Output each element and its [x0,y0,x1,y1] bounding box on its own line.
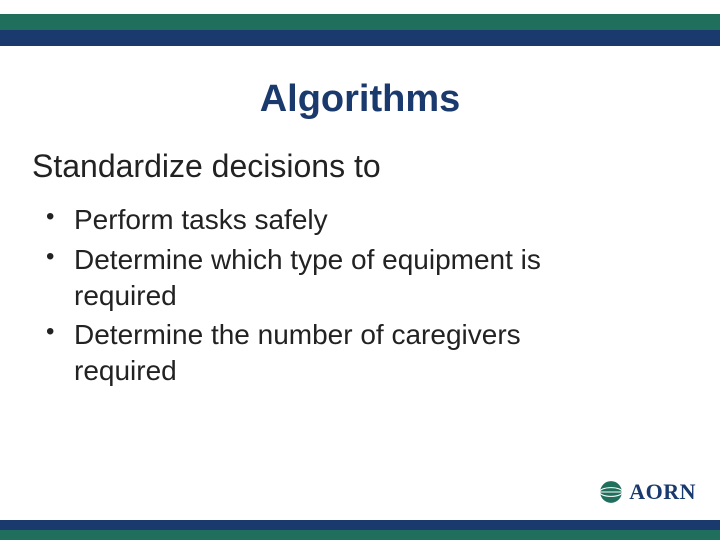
bullet-item: Perform tasks safely [42,202,560,238]
bottom-bar-green [0,530,720,540]
globe-icon [597,478,625,506]
logo-text: AORN [629,479,696,505]
bullet-list: Perform tasks safely Determine which typ… [42,202,560,393]
slide-subtitle: Standardize decisions to [32,148,381,185]
slide-title: Algorithms [0,78,720,121]
bullet-item: Determine which type of equipment is req… [42,242,560,314]
slide: Algorithms Standardize decisions to Perf… [0,0,720,540]
logo: AORN [597,478,696,506]
bullet-item: Determine the number of caregivers requi… [42,317,560,389]
top-bar-blue [0,30,720,46]
